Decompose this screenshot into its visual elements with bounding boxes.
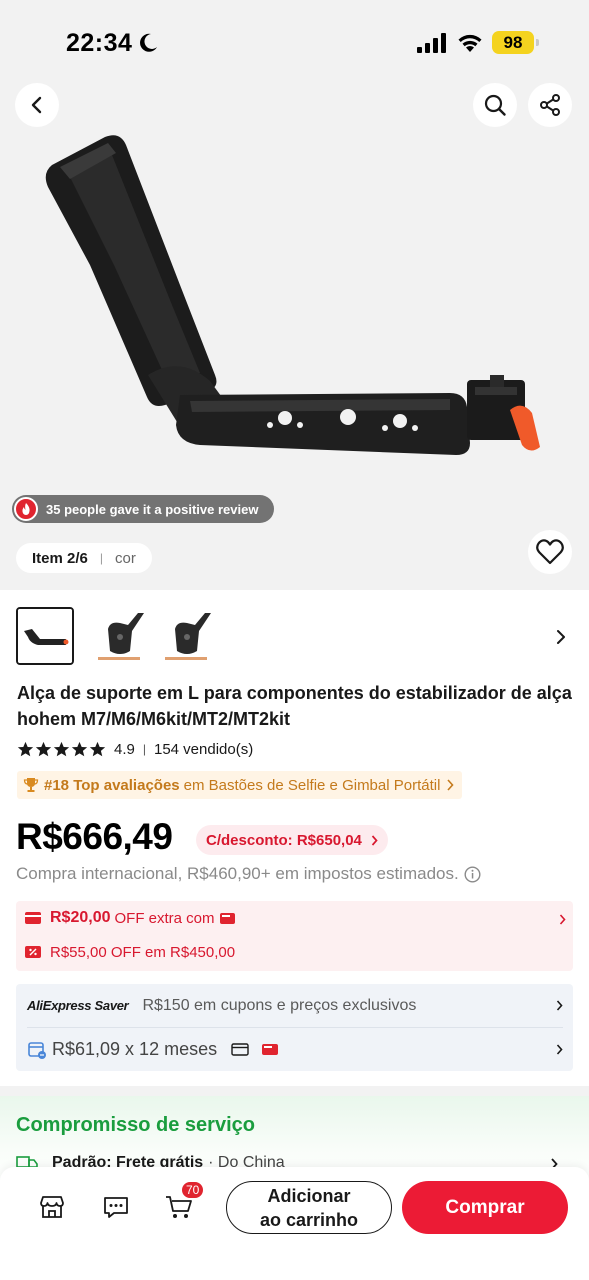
discount-text: OFF extra com [114,909,215,927]
battery-indicator: 98 [492,31,539,54]
coupon-price: C/desconto: R$650,04 [206,831,362,849]
thumbnail-image [18,609,72,663]
chevron-right-icon[interactable] [554,629,568,645]
wifi-icon [458,34,482,52]
trophy-icon [23,778,39,792]
thumbnail-strip [16,607,576,667]
star-icon [71,741,88,756]
product-price: R$666,49 [16,816,173,857]
share-icon [540,94,560,116]
percent-coupon-icon [25,946,41,958]
item-counter-pill[interactable]: Item 2/6 | cor [16,543,152,573]
positive-review-banner: 35 people gave it a positive review [12,495,275,523]
tax-notice[interactable]: Compra internacional, R$460,90+ em impos… [16,864,481,884]
bottom-action-bar: 70 Adicionar ao carrinho Comprar [0,1167,589,1280]
back-button[interactable] [15,83,59,127]
discount-box[interactable]: R$20,00 OFF extra com R$55,00 OFF em R$4… [16,901,573,971]
info-icon[interactable] [464,865,481,883]
tax-notice-text: Compra internacional, R$460,90+ em impos… [16,864,459,883]
add-to-cart-line1: Adicionar [267,1185,351,1206]
store-icon[interactable] [37,1192,67,1222]
rating-row[interactable]: 4.9 | 154 vendido(s) [17,739,253,759]
cart-count-badge: 70 [181,1181,205,1199]
add-to-cart-line2: ao carrinho [259,1209,359,1230]
positive-review-text: 35 people gave it a positive review [46,501,259,517]
item-counter: Item 2/6 [32,549,88,567]
separator: | [142,742,146,756]
installments-row[interactable]: R$61,09 x 12 meses [16,1028,573,1071]
thumbnail-image [157,607,215,665]
add-to-cart-label: Adicionar ao carrinho [260,1184,358,1232]
star-icon [53,741,70,756]
status-time: 22:34 [66,29,133,57]
saver-text: R$150 em cupons e preços exclusivos [142,996,417,1014]
status-bar: 22:34 98 [0,0,589,80]
heart-icon [536,539,564,565]
saver-row[interactable]: AliExpress Saver R$150 em cupons e preço… [16,984,573,1027]
moon-icon [140,33,157,52]
credit-card-icon [231,1043,249,1056]
coupon-card-icon [25,912,41,924]
coupon-price-pill[interactable]: C/desconto: R$650,04 [196,825,388,855]
chevron-right-icon [556,1044,563,1055]
star-icon [89,741,106,756]
add-to-cart-button[interactable]: Adicionar ao carrinho [226,1181,392,1234]
star-rating [17,741,106,758]
search-icon [484,94,506,116]
product-image [45,135,540,455]
discount-row-extra[interactable]: R$20,00 OFF extra com [24,907,236,929]
variant-label: cor [115,549,136,567]
flame-icon [14,497,38,521]
wishlist-button[interactable] [528,530,572,574]
signal-icon [417,33,446,53]
chevron-right-icon [371,835,378,846]
rank-category: em Bastões de Selfie e Gimbal Portátil [183,776,441,794]
card-icon [219,912,235,924]
product-gallery[interactable]: 22:34 98 35 people gave it a positive re… [0,0,589,590]
chevron-right-icon [556,1000,563,1011]
search-button[interactable] [473,83,517,127]
card-icon [262,1044,279,1055]
separator: | [99,551,103,565]
star-icon [35,741,52,756]
section-divider [0,1086,589,1096]
chevron-right-icon[interactable] [559,914,566,925]
discount-row-threshold[interactable]: R$55,00 OFF em R$450,00 [24,941,235,963]
rating-value: 4.9 [114,740,135,758]
product-title: Alça de suporte em L para componentes do… [17,683,572,729]
thumbnail-1[interactable] [16,607,74,665]
thumbnail-image [90,607,148,665]
discount-threshold-text: R$55,00 OFF em R$450,00 [50,943,236,961]
ranking-banner[interactable]: #18 Top avaliações em Bastões de Selfie … [17,771,463,799]
sold-count: 154 vendido(s) [153,740,254,758]
chat-icon[interactable] [101,1192,131,1222]
rank-label: #18 Top avaliações [44,776,180,794]
installments-text: R$61,09 x 12 meses [52,1039,218,1059]
service-title: Compromisso de serviço [16,1114,255,1136]
buy-now-button[interactable]: Comprar [402,1181,568,1234]
thumbnail-2[interactable] [90,607,148,665]
star-icon [17,741,34,756]
share-button[interactable] [528,83,572,127]
chevron-left-icon [31,96,42,114]
calendar-icon [28,1041,46,1059]
discount-amount: R$20,00 [50,909,111,926]
chevron-right-icon [447,779,455,791]
aliexpress-saver-logo: AliExpress Saver [27,998,129,1013]
thumbnail-3[interactable] [157,607,215,665]
saver-box: AliExpress Saver R$150 em cupons e preço… [16,984,573,1071]
